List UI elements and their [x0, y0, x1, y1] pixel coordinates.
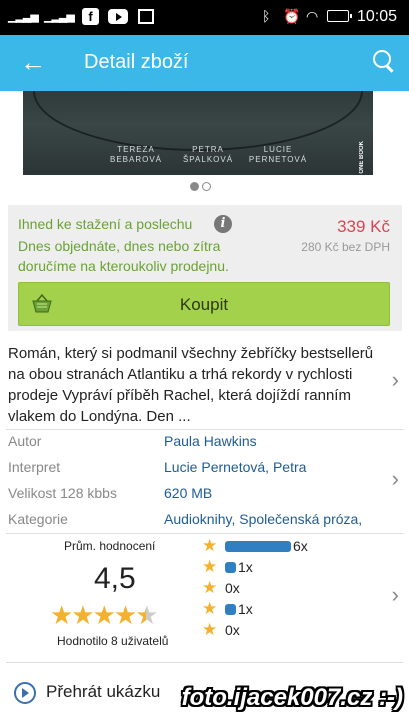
play-icon: [14, 682, 36, 704]
clock: 10:05: [356, 8, 397, 25]
price: 339 Kč: [337, 217, 390, 236]
chevron-right-icon[interactable]: ›: [392, 466, 399, 492]
purchase-panel: Ihned ke stažení a poslechu i Dnes objed…: [8, 205, 402, 331]
bluetooth-icon: ᛒ: [262, 8, 271, 24]
buy-button-label: Koupit: [179, 295, 229, 314]
rating-count-label: 0x: [225, 622, 240, 638]
rating-value: 4,5: [94, 562, 136, 595]
arrow-left-icon[interactable]: ←: [20, 47, 46, 78]
star-icon: ★: [202, 620, 218, 639]
app-bar: ← Detail zboží: [0, 35, 409, 91]
cover-author-name: PETRA ŠPALKOVÁ: [182, 145, 234, 164]
price-without-vat: 280 Kč bez DPH: [301, 240, 390, 254]
cover-author-name: LUCIE PERNETOVÁ: [248, 145, 308, 164]
delivery-text: Dnes objednáte, dnes nebo zítra doručíme…: [18, 238, 229, 274]
detail-value[interactable]: Audioknihy, Společenská próza,: [164, 511, 362, 527]
cover-author-name: TEREZA BEBAROVÁ: [109, 145, 162, 164]
info-icon[interactable]: i: [214, 215, 232, 233]
rating-count-label: 1x: [238, 559, 253, 575]
cover-arc: [33, 91, 363, 151]
carousel-dot[interactable]: [202, 182, 211, 191]
publisher-logo: ONE BOOK: [359, 141, 365, 174]
buy-button[interactable]: Koupit: [18, 282, 390, 326]
carousel-dot[interactable]: [190, 182, 199, 191]
youtube-icon: [108, 9, 128, 24]
play-sample-label: Přehrát ukázku: [46, 682, 161, 701]
rating-stars: ★★★★★: [50, 600, 159, 630]
detail-label: Autor: [8, 433, 42, 449]
battery-icon: [327, 10, 352, 22]
chevron-right-icon[interactable]: ›: [392, 582, 399, 608]
divider: [6, 533, 403, 534]
wifi-icon: ◠: [306, 8, 319, 24]
detail-label: Interpret: [8, 459, 61, 475]
detail-label: Velikost 128 kbbs: [8, 485, 117, 501]
signal-icon: ▁▂▃▅: [8, 11, 39, 23]
availability-text: Ihned ke stažení a poslechu: [18, 216, 193, 232]
carousel-indicator: [190, 178, 214, 196]
rating-count-label: 0x: [225, 580, 240, 596]
rating-title: Prům. hodnocení: [64, 539, 156, 553]
detail-value[interactable]: Paula Hawkins: [164, 433, 257, 449]
rating-count-label: 1x: [238, 601, 253, 617]
rating-bar: [225, 604, 236, 615]
detail-value: 620 MB: [164, 485, 213, 501]
rating-bar: [225, 541, 291, 552]
watermark: foto.ijacek007.cz :-): [181, 684, 403, 711]
star-icon: ★: [202, 536, 218, 555]
detail-value[interactable]: Lucie Pernetová, Petra: [164, 459, 306, 475]
signal-icon: ▁▂▃▅: [44, 11, 75, 23]
product-cover-image[interactable]: TEREZA BEBAROVÁ PETRA ŠPALKOVÁ LUCIE PER…: [23, 91, 373, 175]
rating-count: Hodnotilo 8 uživatelů: [57, 634, 169, 648]
divider: [6, 429, 403, 430]
star-icon: ★: [202, 578, 218, 597]
chevron-right-icon[interactable]: ›: [392, 367, 399, 393]
star-icon: ★: [202, 599, 218, 618]
search-icon[interactable]: [373, 50, 391, 68]
rating-count-label: 6x: [293, 538, 308, 554]
product-description[interactable]: Román, který si podmanil všechny žebříčk…: [8, 343, 384, 427]
page-title: Detail zboží: [84, 51, 189, 73]
facebook-icon: f: [82, 8, 99, 25]
divider: [6, 662, 403, 663]
star-icon: ★: [202, 557, 218, 576]
image-icon: [138, 9, 154, 24]
alarm-icon: ⏰: [283, 8, 301, 24]
detail-label: Kategorie: [8, 511, 68, 527]
status-bar: ▁▂▃▅ ▁▂▃▅ f ᛒ ⏰ ◠ 10:05: [0, 0, 409, 35]
rating-bar: [225, 562, 236, 573]
